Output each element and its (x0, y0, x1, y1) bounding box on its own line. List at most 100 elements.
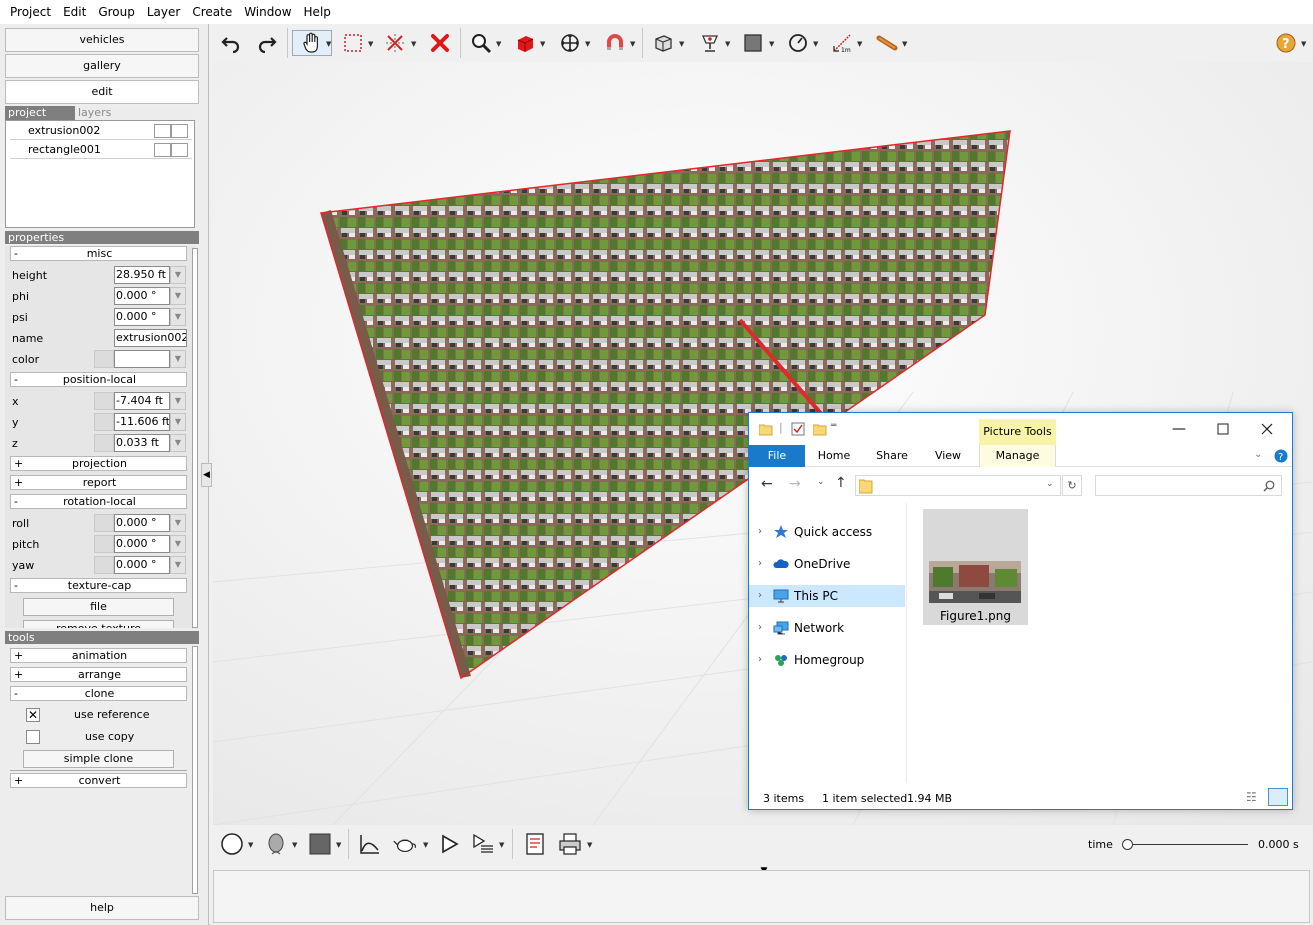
qat-dropdown-icon[interactable]: ═ (831, 421, 836, 431)
teapot-icon[interactable] (392, 831, 418, 857)
nav-this-pc[interactable]: › This PC (749, 585, 905, 607)
large-icons-view-icon[interactable] (1268, 788, 1288, 806)
menu-create[interactable]: Create (186, 0, 238, 24)
dropdown-icon[interactable]: ▼ (170, 535, 186, 553)
simple-clone-button[interactable]: simple clone (23, 750, 174, 768)
address-bar[interactable]: ⌄ (855, 475, 1061, 496)
collapse-panel-handle[interactable]: ◀ (201, 463, 212, 487)
layer-lock-checkbox[interactable] (171, 143, 188, 157)
menu-help[interactable]: Help (298, 0, 337, 24)
tab-home[interactable]: Home (809, 445, 859, 467)
report-icon[interactable] (522, 831, 548, 857)
tab-manage[interactable]: Manage (979, 445, 1056, 467)
texture-cap-section-header[interactable]: - texture-cap (10, 578, 187, 593)
remove-texture-button[interactable]: remove texture (23, 620, 174, 628)
play-icon[interactable] (436, 831, 462, 857)
dropdown-icon[interactable]: ▼ (170, 413, 186, 431)
dropdown-icon[interactable]: ▼ (170, 266, 186, 284)
tab-share[interactable]: Share (867, 445, 917, 467)
layer-visible-checkbox[interactable] (154, 124, 171, 138)
ribbon-expand-icon[interactable]: ⌄ (1254, 449, 1262, 460)
zoom-icon[interactable] (468, 30, 494, 56)
address-dropdown-icon[interactable]: ⌄ (1046, 479, 1054, 489)
dropdown-icon[interactable]: ▼ (170, 350, 186, 368)
menu-project[interactable]: Project (4, 0, 57, 24)
gauge-icon[interactable] (785, 30, 811, 56)
nav-network[interactable]: › Network (749, 617, 905, 639)
back-arrow-icon[interactable]: ← (761, 476, 773, 492)
dropdown-icon[interactable]: ▼ (170, 392, 186, 410)
help-icon[interactable]: ? (1273, 30, 1299, 56)
animation-section-header[interactable]: + animation (10, 648, 187, 663)
head-icon[interactable] (263, 831, 289, 857)
position-local-section-header[interactable]: - position-local (10, 372, 187, 387)
file-item-figure1[interactable]: Figure1.png (923, 509, 1028, 625)
menu-edit[interactable]: Edit (57, 0, 92, 24)
redo-icon[interactable] (254, 30, 280, 56)
clone-section-header[interactable]: - clone (10, 686, 187, 701)
dropdown-icon[interactable]: ▼ (170, 308, 186, 326)
select-cross-icon[interactable] (382, 30, 408, 56)
details-view-icon[interactable]: ☷ (1246, 790, 1257, 804)
tab-project[interactable]: project (5, 106, 75, 120)
use-copy-checkbox[interactable] (26, 730, 40, 744)
gallery-button[interactable]: gallery (5, 54, 199, 78)
dropdown-icon[interactable]: ▼ (170, 434, 186, 452)
chevron-right-icon[interactable]: › (758, 521, 762, 543)
dropdown-icon[interactable]: ▼ (170, 556, 186, 574)
box-view-icon[interactable] (650, 30, 676, 56)
projection-section-header[interactable]: + projection (10, 456, 187, 471)
vehicles-button[interactable]: vehicles (5, 28, 199, 52)
help-button[interactable]: help (5, 896, 199, 920)
layer-lock-checkbox[interactable] (171, 124, 188, 138)
edit-button[interactable]: edit (5, 80, 199, 104)
circle-icon[interactable] (219, 831, 245, 857)
tab-layers[interactable]: layers (75, 106, 145, 120)
rotation-local-section-header[interactable]: - rotation-local (10, 494, 187, 509)
properties-icon[interactable] (791, 422, 805, 436)
y-field[interactable]: -11.606 ft (114, 413, 170, 431)
layer-row-extrusion002[interactable]: extrusion002 (10, 123, 192, 140)
roll-field[interactable]: 0.000 ° (114, 514, 170, 532)
chevron-right-icon[interactable]: › (758, 585, 762, 607)
material-swatch-icon[interactable] (307, 831, 333, 857)
convert-section-header[interactable]: + convert (10, 773, 187, 788)
color-field[interactable] (114, 350, 170, 368)
camera-target-icon[interactable] (697, 30, 723, 56)
layer-visible-checkbox[interactable] (154, 143, 171, 157)
refresh-icon[interactable]: ↻ (1062, 475, 1082, 496)
tools-scrollbar[interactable] (192, 646, 198, 894)
delete-icon[interactable] (427, 30, 453, 56)
recent-dropdown-icon[interactable]: ⌄ (817, 477, 825, 487)
dropdown-icon[interactable]: ▼ (170, 514, 186, 532)
new-folder-icon[interactable] (813, 422, 827, 436)
dropdown-icon[interactable]: ▼ (170, 287, 186, 305)
ruler-icon[interactable] (874, 30, 900, 56)
menu-window[interactable]: Window (238, 0, 297, 24)
time-slider-thumb[interactable] (1122, 839, 1133, 850)
nav-quick-access[interactable]: › Quick access (749, 521, 905, 543)
phi-field[interactable]: 0.000 ° (114, 287, 170, 305)
undo-icon[interactable] (218, 30, 244, 56)
time-slider-track[interactable] (1128, 844, 1248, 845)
cube-create-icon[interactable] (512, 30, 538, 56)
misc-section-header[interactable]: - misc (10, 246, 187, 261)
maximize-button[interactable] (1201, 415, 1245, 443)
menu-group[interactable]: Group (92, 0, 141, 24)
chevron-right-icon[interactable]: › (758, 649, 762, 671)
properties-scrollbar[interactable] (192, 248, 198, 628)
chevron-right-icon[interactable]: › (758, 553, 762, 575)
height-field[interactable]: 28.950 ft (114, 266, 170, 284)
tab-view[interactable]: View (925, 445, 971, 467)
color-swatch[interactable] (94, 350, 114, 368)
layer-row-rectangle001[interactable]: rectangle001 (10, 142, 192, 159)
nav-homegroup[interactable]: › Homegroup (749, 649, 905, 671)
play-list-icon[interactable] (470, 831, 496, 857)
x-field[interactable]: -7.404 ft (114, 392, 170, 410)
z-field[interactable]: 0.033 ft (114, 434, 170, 452)
nav-onedrive[interactable]: › OneDrive (749, 553, 905, 575)
forward-arrow-icon[interactable]: → (789, 476, 801, 492)
yaw-field[interactable]: 0.000 ° (114, 556, 170, 574)
minimize-button[interactable]: — (1157, 415, 1201, 443)
help-icon[interactable]: ? (1274, 449, 1288, 463)
